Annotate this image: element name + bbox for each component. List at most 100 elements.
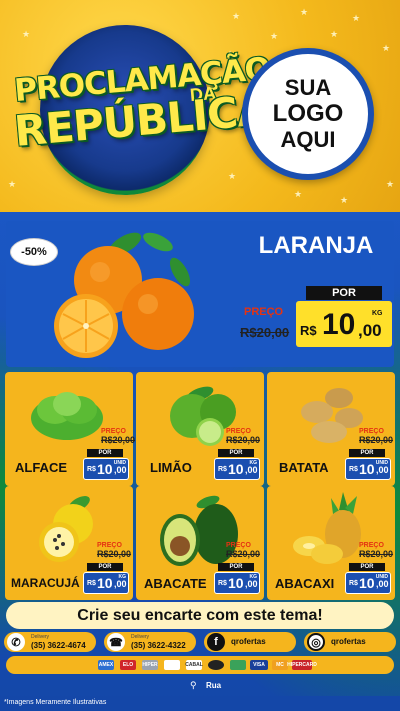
logo-text-line: LOGO xyxy=(272,100,344,127)
discount-badge: -50% xyxy=(10,238,58,266)
phone-icon: ☎ xyxy=(107,633,125,651)
price-currency: R$ xyxy=(218,580,227,587)
price-currency: R$ xyxy=(87,580,96,587)
old-price: PREÇO R$20,00 xyxy=(359,428,393,445)
price-box: R$ 10,00 KG xyxy=(83,572,129,594)
price-decimal: ,00 xyxy=(245,579,258,589)
star-icon: ★ xyxy=(300,7,309,17)
por-label: POR xyxy=(349,563,385,571)
por-label: POR xyxy=(218,563,254,571)
price-integer: 10 xyxy=(228,575,244,591)
contact-label: Delivery xyxy=(31,634,50,640)
product-name: LIMÃO xyxy=(150,460,192,475)
price-integer: 10 xyxy=(97,461,113,477)
price-unit: KG xyxy=(118,574,127,580)
product-card-abacaxi: ABACAXI PREÇO R$20,00 POR R$ 10,00 UNID xyxy=(267,486,395,600)
star-icon: ★ xyxy=(22,29,31,39)
cabal-icon: CABAL xyxy=(185,660,203,670)
price-currency: R$ xyxy=(87,466,96,473)
old-price-value: R$20,00 xyxy=(359,549,394,559)
instagram-contact[interactable]: ◎ qrofertas xyxy=(304,632,396,652)
facebook-icon: f xyxy=(207,633,225,651)
price-box: R$ 10,00 UNID xyxy=(345,458,391,480)
old-price-value: R$20,00 xyxy=(240,325,290,340)
price-unit: KG xyxy=(372,310,383,317)
price-box: R$ 10,00 UNID xyxy=(83,458,129,480)
visa-icon: VISA xyxy=(250,660,268,670)
old-price: PREÇO R$20,00 xyxy=(101,428,135,445)
price-decimal: ,00 xyxy=(358,321,382,340)
price-integer: 10 xyxy=(359,575,375,591)
price-unit: UNID xyxy=(375,574,388,580)
por-label: POR xyxy=(87,563,123,571)
old-price: PREÇO R$20,00 xyxy=(226,542,260,559)
star-icon: ★ xyxy=(352,13,361,23)
price-decimal: ,00 xyxy=(245,465,258,475)
star-icon: ★ xyxy=(228,171,237,181)
instagram-icon: ◎ xyxy=(307,633,325,651)
star-icon: ★ xyxy=(382,43,391,53)
price-unit: KG xyxy=(249,574,258,580)
cta-banner[interactable]: Crie seu encarte com este tema! xyxy=(6,602,394,629)
price-integer: 10 xyxy=(359,461,375,477)
facebook-contact[interactable]: f qrofertas xyxy=(204,632,296,652)
old-price-label: PREÇO xyxy=(97,542,122,549)
star-icon: ★ xyxy=(340,195,349,205)
price-box: R$ 10,00 KG xyxy=(214,458,260,480)
price-unit: KG xyxy=(249,460,258,466)
old-price: PREÇO R$20,00 xyxy=(226,428,260,445)
por-label: POR xyxy=(349,449,385,457)
hipercard-icon: HIPERCARD xyxy=(287,660,317,670)
orange-image xyxy=(54,232,194,358)
card-icon xyxy=(230,660,246,670)
star-icon: ★ xyxy=(270,31,279,41)
product-card-maracuja: MARACUJÁ PREÇO R$20,00 POR R$ 10,00 KG xyxy=(5,486,133,600)
star-icon: ★ xyxy=(8,179,17,189)
price-decimal: ,00 xyxy=(376,465,389,475)
star-icon: ★ xyxy=(386,179,395,189)
price-currency: R$ xyxy=(218,466,227,473)
instagram-handle: qrofertas xyxy=(331,637,366,646)
price-integer: 10 xyxy=(228,461,244,477)
logo-placeholder: SUA LOGO AQUI xyxy=(242,48,374,180)
price-integer: 10 xyxy=(97,575,113,591)
por-label: POR xyxy=(218,449,254,457)
old-price-label: PREÇO xyxy=(359,542,384,549)
featured-price-box: R$ 10 ,00 KG xyxy=(296,301,392,347)
contact-value: (35) 3622-4674 xyxy=(31,641,86,650)
product-name: ABACAXI xyxy=(275,576,335,591)
logo-text-line: SUA xyxy=(284,75,332,100)
whatsapp-icon: ✆ xyxy=(7,633,25,651)
address-text: Rua xyxy=(206,681,222,690)
footer: *Imagens Meramente Ilustrativas xyxy=(0,696,400,711)
facebook-handle: qrofertas xyxy=(231,637,266,646)
product-card-limao: LIMÃO PREÇO R$20,00 POR R$ 10,00 KG xyxy=(136,372,264,486)
contact-value: (35) 3622-4322 xyxy=(131,641,186,650)
product-name: ALFACE xyxy=(15,460,67,475)
phone-contact[interactable]: ☎ Delivery (35) 3622-4322 xyxy=(104,632,196,652)
price-box: R$ 10,00 KG xyxy=(214,572,260,594)
payment-methods: AMEX ELO HIPER CABAL VISA MC HIPERCARD xyxy=(6,656,394,674)
old-price-label: PREÇO xyxy=(226,428,251,435)
whatsapp-contact[interactable]: ✆ Delivery (35) 3622-4674 xyxy=(4,632,96,652)
old-price-value: R$20,00 xyxy=(359,435,394,445)
price-currency: R$ xyxy=(349,466,358,473)
hiper-icon: HIPER xyxy=(142,660,158,670)
product-name: MARACUJÁ xyxy=(11,576,80,590)
old-price-value: R$20,00 xyxy=(226,435,261,445)
elo-icon: ELO xyxy=(120,660,136,670)
product-card-batata: BATATA PREÇO R$20,00 POR R$ 10,00 UNID xyxy=(267,372,395,486)
old-price: PREÇO R$20,00 xyxy=(97,542,131,559)
star-icon: ★ xyxy=(232,11,241,21)
old-price-value: R$20,00 xyxy=(101,435,136,445)
old-price-label: PREÇO xyxy=(244,306,284,318)
star-icon: ★ xyxy=(294,189,303,199)
price-decimal: ,00 xyxy=(376,579,389,589)
product-card-alface: ALFACE PREÇO R$20,00 POR R$ 10,00 UNID xyxy=(5,372,135,486)
price-decimal: ,00 xyxy=(114,465,127,475)
address-bar: ⚲ Rua xyxy=(0,677,400,695)
card-icon xyxy=(164,660,180,670)
mastercard-icon: MC xyxy=(272,660,288,670)
price-unit: UNID xyxy=(113,460,126,466)
lettuce-image xyxy=(31,392,103,440)
